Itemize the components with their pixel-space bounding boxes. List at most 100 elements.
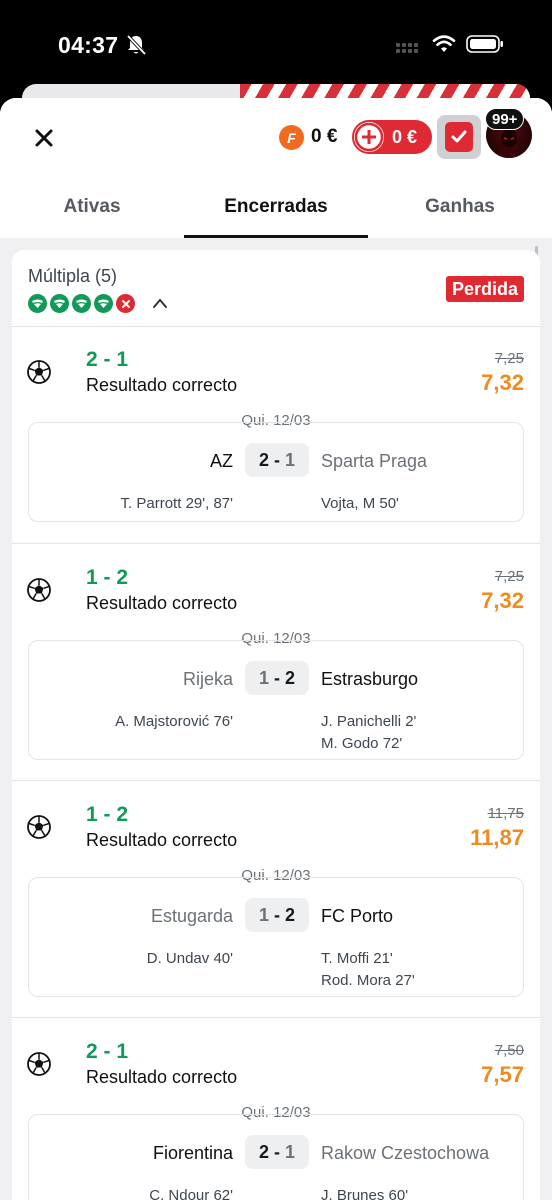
tab-encerradas[interactable]: Encerradas — [184, 188, 368, 238]
home-team: Fiorentina — [152, 1143, 233, 1163]
old-odds: 7,50 — [494, 1042, 524, 1059]
boosted-odds: 7,57 — [481, 1062, 524, 1087]
multiple-title: Múltipla (5) — [28, 266, 118, 286]
notification-badge: 99+ — [485, 108, 525, 130]
boosted-odds: 7,32 — [481, 588, 524, 613]
final-score: 1 - 2 — [245, 661, 309, 695]
leg-won-icon — [28, 294, 47, 313]
cellular-signal-icon — [396, 43, 418, 53]
coin-balance[interactable]: 0 € — [311, 126, 337, 148]
boosted-odds: 7,32 — [481, 370, 524, 395]
home-team: Estugarda — [150, 906, 233, 926]
list-item[interactable]: 2 - 1 Resultado correcto 7,50 7,57 Qui. … — [12, 1018, 540, 1200]
plus-glyph-icon — [354, 122, 384, 152]
match-result[interactable]: Fiorentina 2 - 1 Rakow Czestochowa C. Nd… — [28, 1114, 524, 1200]
away-score: 2 — [285, 905, 296, 925]
home-score: 1 — [258, 668, 269, 688]
home-scorers: D. Undav 40' — [147, 948, 233, 970]
match-result[interactable]: Rijeka 1 - 2 Estrasburgo A. Majstorović … — [28, 640, 524, 760]
away-score: 1 — [285, 1142, 296, 1162]
away-scorers: Vojta, M 50' — [321, 493, 399, 515]
list-item[interactable]: 2 - 1 Resultado correcto 7,25 7,32 Qui. … — [12, 326, 540, 544]
away-scorers: J. Panichelli 2' M. Godo 72' — [321, 711, 416, 755]
scorer: T. Moffi 21' — [321, 950, 393, 967]
match-result[interactable]: Estugarda 1 - 2 FC Porto D. Undav 40' T.… — [28, 877, 524, 997]
bets-sheet: F 0 € 0 € 99+ Ativas Encerradas Ganhas M… — [0, 98, 552, 1200]
market-name: Resultado correcto — [86, 830, 238, 850]
final-score: 2 - 1 — [245, 443, 309, 477]
home-score: 2 — [258, 450, 269, 470]
selection: 2 - 1 — [86, 348, 129, 371]
leg-won-icon — [72, 294, 91, 313]
list-item[interactable]: 1 - 2 Resultado correcto 11,75 11,87 Qui… — [12, 781, 540, 999]
status-bar: 04:37 — [0, 0, 552, 90]
leg-won-icon — [94, 294, 113, 313]
football-icon — [27, 815, 51, 839]
home-score: 2 — [258, 1142, 269, 1162]
boosted-odds: 11,87 — [470, 825, 524, 850]
old-odds: 7,25 — [494, 350, 524, 367]
scorer: A. Majstorović 76' — [115, 713, 233, 730]
away-scorers: J. Brunes 60' — [321, 1185, 408, 1200]
score-separator: - — [269, 1142, 285, 1162]
selection: 2 - 1 — [86, 1040, 129, 1063]
scorer: J. Panichelli 2' — [321, 713, 417, 730]
score-separator: - — [269, 668, 285, 688]
old-odds: 7,25 — [494, 568, 524, 585]
home-score: 1 — [258, 905, 269, 925]
checkmark-icon — [445, 122, 473, 152]
selection: 1 - 2 — [86, 566, 129, 589]
legs-summary — [28, 294, 135, 314]
away-team: FC Porto — [321, 906, 394, 926]
football-icon — [27, 578, 51, 602]
score-separator: - — [269, 905, 285, 925]
away-team: Rakow Czestochowa — [321, 1143, 490, 1163]
tab-ativas[interactable]: Ativas — [0, 188, 184, 238]
bonus-amount: 0 € — [392, 126, 418, 147]
status-badge: Perdida — [445, 276, 524, 302]
coin-icon: F — [279, 125, 304, 150]
status-time: 04:37 — [58, 32, 119, 58]
football-icon — [27, 360, 51, 384]
final-score: 1 - 2 — [245, 898, 309, 932]
market-name: Resultado correcto — [86, 375, 238, 395]
away-scorers: T. Moffi 21' Rod. Mora 27' — [321, 948, 415, 992]
list-item[interactable]: 1 - 2 Resultado correcto 7,25 7,32 Qui. … — [12, 544, 540, 762]
scorer: T. Parrott 29', 87' — [120, 495, 233, 512]
away-score: 2 — [285, 668, 296, 688]
scorer: Vojta, M 50' — [321, 495, 399, 512]
score-separator: - — [269, 450, 285, 470]
tabs: Ativas Encerradas Ganhas — [0, 188, 552, 238]
football-icon — [27, 1052, 51, 1076]
selection: 1 - 2 — [86, 803, 129, 826]
scorer: J. Brunes 60' — [321, 1187, 409, 1200]
battery-icon — [466, 35, 503, 53]
sheet-header: F 0 € 0 € 99+ Ativas Encerradas Ganhas — [0, 98, 552, 238]
final-score: 2 - 1 — [245, 1135, 309, 1169]
scorer: D. Undav 40' — [146, 950, 233, 967]
home-scorers: A. Majstorović 76' — [115, 711, 233, 733]
home-team: AZ — [209, 451, 233, 471]
match-result[interactable]: AZ 2 - 1 Sparta Praga T. Parrott 29', 87… — [28, 422, 524, 522]
close-icon[interactable] — [30, 124, 58, 152]
betslip-button[interactable] — [437, 115, 481, 159]
bell-off-icon — [126, 34, 146, 56]
scorer: M. Godo 72' — [321, 735, 403, 752]
bet-card: Múltipla (5) Perdida 2 - 1 Resultado cor… — [12, 250, 540, 1200]
tab-ganhas[interactable]: Ganhas — [368, 188, 552, 238]
market-name: Resultado correcto — [86, 593, 238, 613]
home-team: Rijeka — [182, 669, 233, 689]
leg-won-icon — [50, 294, 69, 313]
away-team: Estrasburgo — [321, 669, 419, 689]
bonus-balance-button[interactable]: 0 € — [352, 120, 432, 154]
chevron-up-icon[interactable] — [152, 296, 168, 310]
wifi-icon — [432, 35, 456, 52]
home-scorers: C. Ndour 62' — [149, 1185, 233, 1200]
scorer: C. Ndour 62' — [149, 1187, 233, 1200]
market-name: Resultado correcto — [86, 1067, 238, 1087]
leg-lost-icon — [116, 294, 135, 313]
home-scorers: T. Parrott 29', 87' — [121, 493, 233, 515]
old-odds: 11,75 — [487, 805, 524, 822]
scorer: Rod. Mora 27' — [321, 972, 415, 989]
away-team: Sparta Praga — [321, 451, 428, 471]
